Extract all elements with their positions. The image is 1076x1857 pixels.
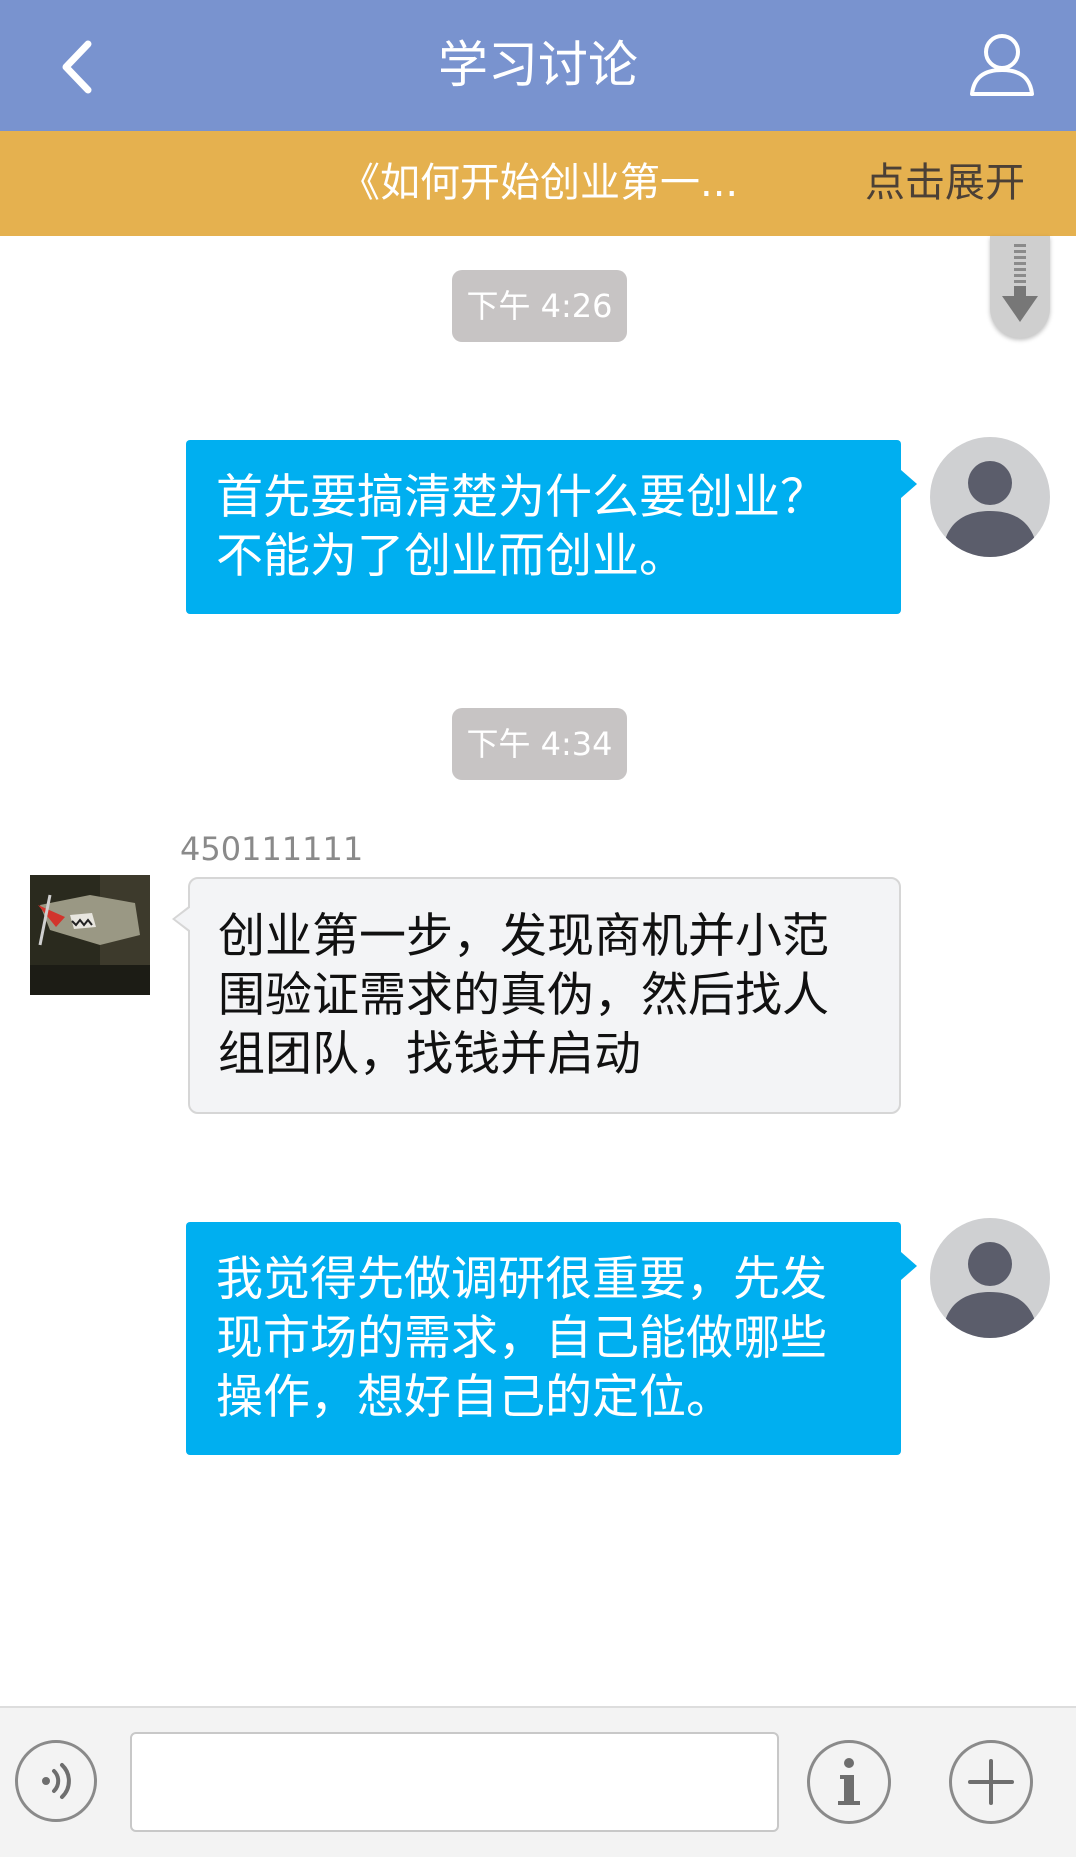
timestamp-divider: 下午 4:26 — [452, 270, 627, 342]
profile-button[interactable] — [966, 28, 1038, 100]
message-line: 围验证需求的真伪，然后找人 — [218, 968, 829, 1023]
message-line: 操作，想好自己的定位。 — [216, 1370, 733, 1425]
airplane-avatar-icon — [30, 875, 150, 995]
outgoing-message[interactable]: 首先要搞清楚为什么要创业？ 不能为了创业而创业。 — [186, 440, 917, 614]
bubble-tail — [901, 470, 917, 498]
my-avatar[interactable] — [930, 437, 1050, 557]
plus-icon — [968, 1759, 1014, 1805]
topic-title: 《如何开始创业第一... — [340, 160, 739, 206]
sender-avatar[interactable] — [30, 875, 150, 995]
topic-bar: 《如何开始创业第一... 点击展开 — [0, 131, 1076, 236]
default-user-icon — [942, 1242, 1038, 1338]
header-bar: 学习讨论 — [0, 0, 1076, 131]
my-avatar[interactable] — [930, 1218, 1050, 1338]
message-line: 现市场的需求，自己能做哪些 — [216, 1311, 827, 1366]
bubble-tail-inner — [175, 907, 191, 931]
page-title: 学习讨论 — [438, 36, 638, 94]
message-line: 不能为了创业而创业。 — [216, 529, 686, 584]
info-button[interactable] — [807, 1740, 891, 1824]
expand-topic-button[interactable]: 点击展开 — [865, 131, 1025, 236]
scroll-to-bottom-handle[interactable] — [990, 236, 1050, 338]
info-icon — [838, 1758, 860, 1805]
bubble-tail — [901, 1252, 917, 1280]
voice-button[interactable] — [15, 1740, 97, 1822]
message-line: 创业第一步，发现商机并小范 — [218, 909, 829, 964]
sender-name: 450111111 — [180, 830, 364, 868]
message-input[interactable] — [130, 1732, 779, 1832]
user-outline-icon — [970, 34, 1034, 96]
message-line: 首先要搞清楚为什么要创业？ — [216, 470, 827, 525]
outgoing-message[interactable]: 我觉得先做调研很重要，先发 现市场的需求，自己能做哪些 操作，想好自己的定位。 — [186, 1222, 917, 1455]
timestamp-divider: 下午 4:34 — [452, 708, 627, 780]
message-line: 组团队，找钱并启动 — [218, 1027, 641, 1082]
composer-bar — [0, 1706, 1076, 1857]
voice-icon — [42, 1763, 71, 1799]
message-line: 我觉得先做调研很重要，先发 — [216, 1252, 827, 1307]
arrow-down-icon — [1002, 244, 1038, 322]
default-user-icon — [942, 461, 1038, 557]
more-button[interactable] — [949, 1740, 1033, 1824]
incoming-message[interactable]: 创业第一步，发现商机并小范 围验证需求的真伪，然后找人 组团队，找钱并启动 — [172, 877, 901, 1114]
